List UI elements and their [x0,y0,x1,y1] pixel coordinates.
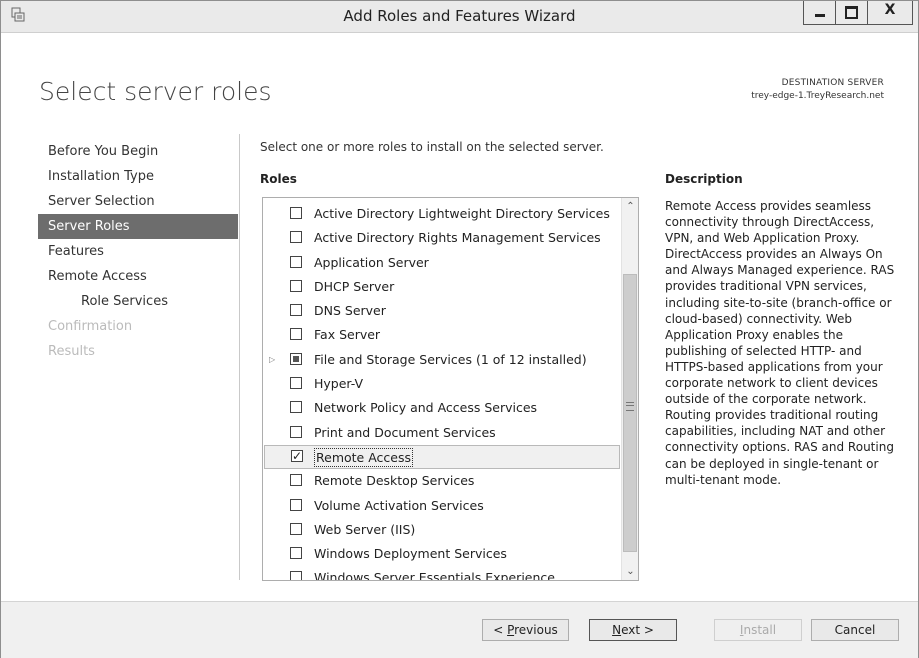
destination-server-value: trey-edge-1.TreyResearch.net [751,91,884,101]
nav-item-installation-type[interactable]: Installation Type [38,164,238,189]
role-checkbox[interactable] [290,328,302,341]
role-checkbox[interactable] [290,571,302,580]
role-item[interactable]: Active Directory Rights Management Servi… [263,226,621,250]
role-item[interactable]: Fax Server [263,323,621,347]
role-item[interactable]: Print and Document Services [263,421,621,445]
role-item[interactable]: Web Server (IIS) [263,518,621,542]
role-checkbox[interactable] [290,498,302,511]
role-checkbox[interactable] [290,207,302,219]
next-accesskey: N [612,623,622,637]
roles-scrollbar[interactable]: ⌃ ⌄ [621,198,638,580]
previous-label: revious [514,623,558,637]
role-label: Hyper-V [314,376,364,392]
role-item-selected[interactable]: Remote Access [264,444,620,470]
role-item[interactable]: Remote Desktop Services [263,469,621,493]
role-label: Volume Activation Services [314,497,484,513]
role-checkbox[interactable] [290,255,302,268]
nav-item-features[interactable]: Features [38,239,238,264]
nav-divider [239,134,240,580]
close-button[interactable]: X [867,1,913,25]
role-label: Web Server (IIS) [314,521,416,537]
role-label: DNS Server [314,303,386,319]
destination-server-label: DESTINATION SERVER [781,78,884,88]
role-item[interactable]: Active Directory Lightweight Directory S… [263,202,621,226]
maximize-icon [845,6,858,19]
role-label: Remote Access [314,447,413,467]
role-checkbox[interactable] [290,304,302,317]
minimize-button[interactable] [803,1,836,25]
nav-item-results: Results [48,344,95,359]
description-text: Remote Access provides seamless connecti… [665,199,895,487]
title-bar[interactable]: Add Roles and Features Wizard X [1,1,918,33]
role-label: DHCP Server [314,278,395,294]
role-checkbox[interactable] [290,474,302,487]
cancel-button[interactable]: Cancel [811,619,899,641]
role-checkbox[interactable] [290,377,302,390]
role-label: Active Directory Lightweight Directory S… [314,206,610,221]
role-item[interactable]: Windows Deployment Services [263,542,621,566]
role-checkbox[interactable] [290,401,302,414]
scroll-up-arrow-icon[interactable]: ⌃ [622,198,638,215]
role-checkbox[interactable] [290,522,302,535]
install-label: nstall [743,623,777,637]
role-item[interactable]: DNS Server [263,299,621,323]
nav-item-confirmation: Confirmation [48,319,133,334]
description-heading: Description [665,172,743,186]
wizard-nav: Before You Begin Installation Type Serve… [38,139,238,364]
role-checkbox[interactable] [290,279,302,292]
nav-item-role-services[interactable]: Role Services [38,289,238,314]
nav-item-before-you-begin[interactable]: Before You Begin [38,139,238,164]
role-checkbox[interactable] [290,231,302,244]
roles-heading: Roles [260,172,297,186]
wizard-window: Add Roles and Features Wizard X Select s… [0,0,919,658]
role-item[interactable]: DHCP Server [263,275,621,299]
roles-listbox[interactable]: Active Directory Lightweight Directory S… [262,197,639,581]
footer-bar: < Previous Next > Install Cancel [1,601,918,658]
role-label: Windows Server Essentials Experience [314,570,555,581]
page-title: Select server roles [39,77,272,106]
role-label: Remote Desktop Services [314,473,475,489]
minimize-icon [815,14,825,17]
next-label: ext > [621,623,654,637]
window-controls: X [803,1,913,25]
maximize-button[interactable] [835,1,868,25]
close-icon: X [884,2,896,18]
role-item[interactable]: Application Server [263,251,621,275]
role-label: Print and Document Services [314,424,496,440]
role-label: Network Policy and Access Services [314,400,538,416]
role-item[interactable]: Windows Server Essentials Experience [263,566,621,581]
role-item[interactable]: ▷ File and Storage Services (1 of 12 inst… [263,348,621,372]
role-label: File and Storage Services (1 of 12 insta… [314,351,587,367]
role-item[interactable]: Network Policy and Access Services [263,396,621,420]
nav-item-server-roles[interactable]: Server Roles [38,214,238,239]
role-item[interactable]: Volume Activation Services [263,494,621,518]
previous-prefix: < [493,623,508,637]
role-item[interactable]: Hyper-V [263,372,621,396]
role-label: Fax Server [314,327,381,343]
role-checkbox[interactable] [290,425,302,438]
role-label: Windows Deployment Services [314,546,507,562]
scroll-down-arrow-icon[interactable]: ⌄ [622,563,638,580]
scrollbar-grip-icon [626,402,634,411]
role-checkbox[interactable] [291,444,303,468]
role-checkbox[interactable] [290,352,302,365]
install-button: Install [714,619,802,641]
role-label: Application Server [314,254,429,270]
next-button[interactable]: Next > [589,619,677,641]
window-title: Add Roles and Features Wizard [343,7,576,25]
nav-item-remote-access[interactable]: Remote Access [38,264,238,289]
role-label: Active Directory Rights Management Servi… [314,230,601,246]
instruction-text: Select one or more roles to install on t… [260,140,604,154]
role-checkbox[interactable] [290,547,302,560]
scrollbar-thumb[interactable] [623,274,637,552]
expand-arrow-icon[interactable]: ▷ [269,348,277,372]
roles-list: Active Directory Lightweight Directory S… [263,202,621,581]
previous-button[interactable]: < Previous [482,619,569,641]
nav-item-server-selection[interactable]: Server Selection [38,189,238,214]
